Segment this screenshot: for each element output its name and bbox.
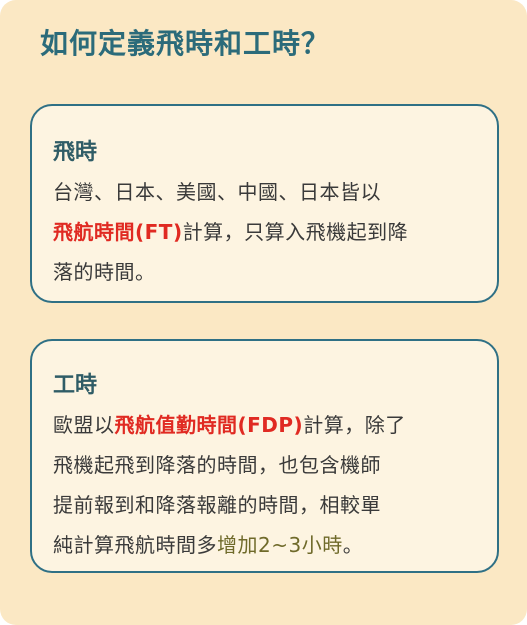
ft-line-3: 落的時間。	[53, 260, 156, 284]
fdp-end: 。	[342, 533, 364, 557]
flight-duty-period-card-title: 工時	[53, 373, 98, 398]
info-panel: 如何定義飛時和工時？ 飛時 台灣、日本、美國、中國、日本皆以 飛航時間(FT)計算…	[0, 0, 527, 625]
ft-line-2-rest: 計算，只算入飛機起到降	[182, 220, 409, 244]
flight-time-card-title: 飛時	[53, 140, 98, 165]
fdp-highlight: 飛航值勤時間(FDP)	[114, 413, 304, 437]
ft-line-1: 台灣、日本、美國、中國、日本皆以	[53, 180, 381, 204]
flight-duty-period-card: 工時 歐盟以飛航值勤時間(FDP)計算，除了飛機起飛到降落的時間，也包含機師 提前…	[30, 339, 499, 573]
fdp-line-2: 飛機起飛到降落的時間，也包含機師	[53, 453, 381, 477]
page-title: 如何定義飛時和工時？	[40, 27, 331, 60]
ft-highlight: 飛航時間(FT)	[53, 220, 183, 244]
fdp-after-highlight: 計算，除了	[303, 413, 406, 437]
flight-time-card-body: 台灣、日本、美國、中國、日本皆以 飛航時間(FT)計算，只算入飛機起到降落的時間。	[53, 172, 483, 292]
fdp-prefix: 歐盟以	[53, 413, 115, 437]
fdp-green-highlight: 增加2~3小時	[217, 533, 343, 557]
flight-time-card: 飛時 台灣、日本、美國、中國、日本皆以 飛航時間(FT)計算，只算入飛機起到降落的…	[30, 104, 499, 303]
fdp-line-4-prefix: 純計算飛航時間多	[53, 533, 217, 557]
flight-duty-period-card-body: 歐盟以飛航值勤時間(FDP)計算，除了飛機起飛到降落的時間，也包含機師 提前報到和…	[53, 405, 483, 565]
fdp-line-3: 提前報到和降落報離的時間，相較單	[53, 493, 381, 517]
